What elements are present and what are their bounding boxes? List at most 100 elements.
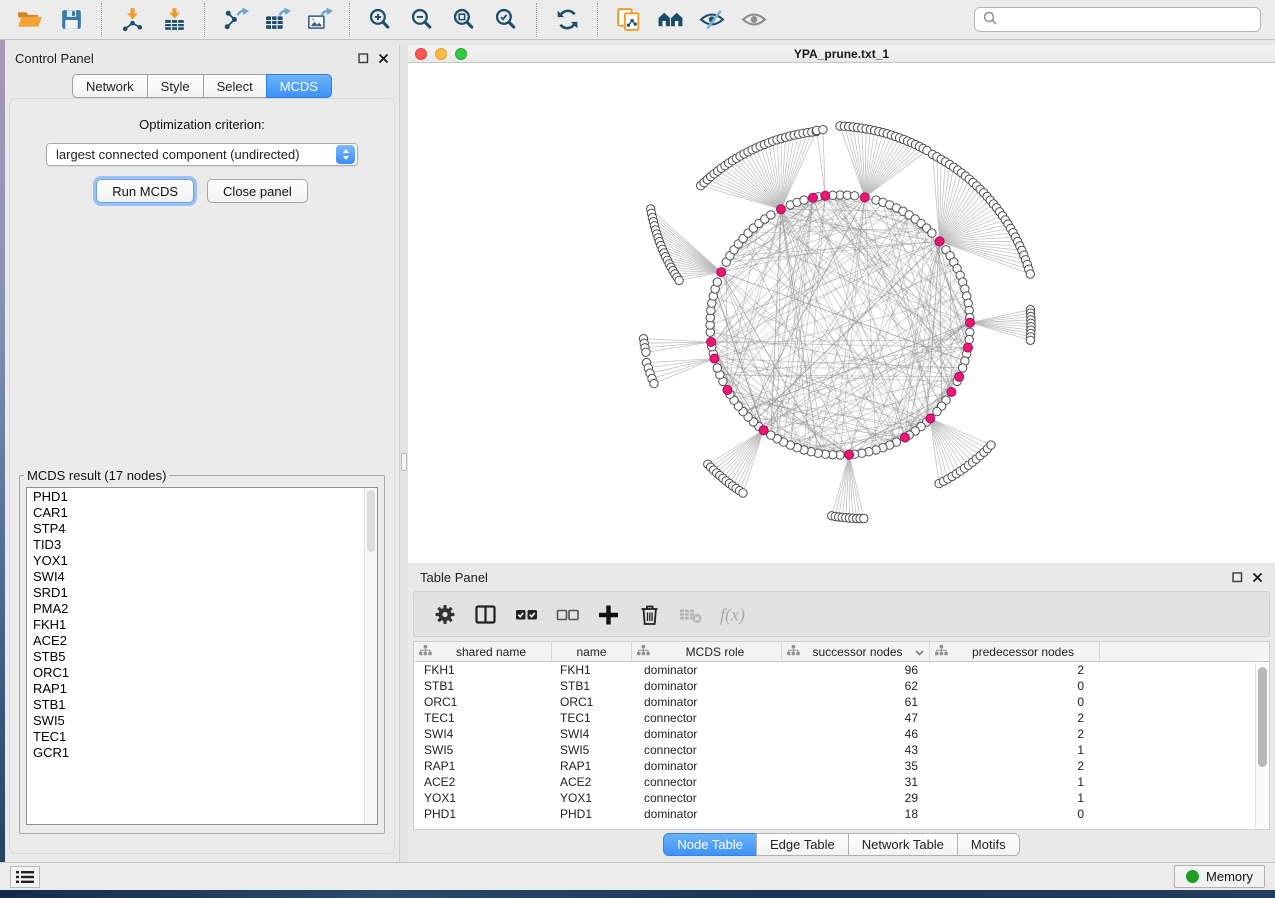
toolbar-separator (597, 3, 598, 37)
hierarchy-icon (935, 645, 948, 659)
hierarchy-icon (787, 645, 800, 659)
import-table-icon[interactable] (153, 4, 195, 36)
toolbar-icon-group (8, 0, 775, 39)
panel-selector-button[interactable] (10, 866, 40, 888)
table-tab-node-table[interactable]: Node Table (663, 833, 757, 856)
search-input[interactable] (1003, 13, 1252, 27)
mcds-panel: Optimization criterion: largest connecte… (9, 98, 395, 854)
export-image-icon[interactable] (298, 4, 340, 36)
memory-label: Memory (1206, 869, 1253, 884)
column-header-shared-name[interactable]: shared name (414, 642, 552, 661)
delete-table-icon (678, 601, 704, 627)
vertical-splitter[interactable] (400, 45, 408, 862)
result-item[interactable]: GCR1 (27, 745, 363, 761)
zoom-in-icon[interactable] (359, 4, 401, 36)
add-row-icon[interactable] (596, 601, 622, 627)
tab-select[interactable]: Select (203, 74, 267, 98)
result-scrollbar-thumb[interactable] (367, 490, 375, 552)
show-items-icon[interactable] (733, 4, 775, 36)
table-row[interactable]: ORC1ORC1dominator610 (414, 694, 1269, 710)
splitter-handle[interactable] (401, 453, 407, 471)
network-canvas[interactable] (408, 63, 1275, 563)
settings-gear-icon[interactable] (432, 601, 458, 627)
result-item[interactable]: SWI5 (27, 713, 363, 729)
result-item[interactable]: SRD1 (27, 585, 363, 601)
hide-items-icon[interactable] (691, 4, 733, 36)
sort-chevron-icon[interactable] (915, 645, 924, 659)
close-table-panel-icon[interactable] (1252, 572, 1263, 583)
close-panel-icon[interactable] (378, 53, 389, 64)
import-network-icon[interactable] (111, 4, 153, 36)
open-folder-icon[interactable] (8, 4, 50, 36)
columns-icon[interactable] (473, 601, 499, 627)
export-table-icon[interactable] (256, 4, 298, 36)
result-item[interactable]: STB1 (27, 697, 363, 713)
table-row[interactable]: STB1STB1dominator620 (414, 678, 1269, 694)
table-tab-edge-table[interactable]: Edge Table (756, 833, 849, 856)
table-row[interactable]: SWI4SWI4dominator462 (414, 726, 1269, 742)
control-panel: Control Panel NetworkStyleSelectMCDS Opt… (5, 45, 400, 862)
result-item[interactable]: TID3 (27, 537, 363, 553)
delete-row-icon[interactable] (637, 601, 663, 627)
criterion-dropdown[interactable]: largest connected component (undirected) (46, 143, 358, 166)
home-network-icon[interactable] (649, 4, 691, 36)
node-table: shared namenameMCDS rolesuccessor nodesp… (413, 641, 1270, 830)
column-header-name[interactable]: name (552, 642, 632, 661)
zoom-selected-icon[interactable] (485, 4, 527, 36)
result-item[interactable]: PHD1 (27, 489, 363, 505)
memory-button[interactable]: Memory (1174, 865, 1265, 888)
criterion-value: largest connected component (undirected) (47, 147, 336, 162)
export-network-icon[interactable] (214, 4, 256, 36)
result-item[interactable]: STP4 (27, 521, 363, 537)
column-header-predecessor-nodes[interactable]: predecessor nodes (930, 642, 1100, 661)
search-box[interactable] (974, 7, 1261, 32)
close-panel-button[interactable]: Close panel (207, 179, 308, 203)
table-row[interactable]: PHD1PHD1dominator180 (414, 806, 1269, 822)
table-tab-network-table[interactable]: Network Table (848, 833, 958, 856)
result-item[interactable]: RAP1 (27, 681, 363, 697)
zoom-out-icon[interactable] (401, 4, 443, 36)
column-header-successor-nodes[interactable]: successor nodes (782, 642, 930, 661)
mcds-result-list[interactable]: PHD1CAR1STP4TID3YOX1SWI4SRD1PMA2FKH1ACE2… (26, 487, 378, 825)
table-row[interactable]: ACE2ACE2connector311 (414, 774, 1269, 790)
result-item[interactable]: TEC1 (27, 729, 363, 745)
table-tab-motifs[interactable]: Motifs (957, 833, 1020, 856)
tab-mcds[interactable]: MCDS (266, 74, 332, 98)
result-item[interactable]: CAR1 (27, 505, 363, 521)
refresh-icon[interactable] (546, 4, 588, 36)
clone-network-icon[interactable] (607, 4, 649, 36)
table-row[interactable]: YOX1YOX1connector291 (414, 790, 1269, 806)
network-graph[interactable] (408, 63, 1275, 563)
desktop-wallpaper-bottom (0, 890, 1275, 898)
result-item[interactable]: FKH1 (27, 617, 363, 633)
result-scrollbar[interactable] (364, 488, 377, 824)
result-item[interactable]: YOX1 (27, 553, 363, 569)
table-row[interactable]: RAP1RAP1dominator352 (414, 758, 1269, 774)
function-builder-icon: f(x) (719, 601, 745, 627)
tab-style[interactable]: Style (147, 74, 204, 98)
result-item[interactable]: ORC1 (27, 665, 363, 681)
toolbar-separator (204, 3, 205, 37)
save-icon[interactable] (50, 4, 92, 36)
result-item[interactable]: PMA2 (27, 601, 363, 617)
float-panel-icon[interactable] (358, 53, 369, 64)
svg-text:f(x): f(x) (720, 604, 745, 625)
toolbar-separator (101, 3, 102, 37)
select-all-icon[interactable] (514, 601, 540, 627)
table-scrollbar-thumb[interactable] (1258, 667, 1267, 767)
table-scrollbar[interactable] (1255, 663, 1269, 829)
table-row[interactable]: FKH1FKH1dominator962 (414, 662, 1269, 678)
table-row[interactable]: SWI5SWI5connector431 (414, 742, 1269, 758)
column-header-mcds-role[interactable]: MCDS role (632, 642, 782, 661)
table-row[interactable]: TEC1TEC1connector472 (414, 710, 1269, 726)
table-rows: FKH1FKH1dominator962STB1STB1dominator620… (414, 662, 1269, 822)
zoom-fit-icon[interactable] (443, 4, 485, 36)
tab-network[interactable]: Network (72, 74, 148, 98)
float-table-panel-icon[interactable] (1232, 572, 1243, 583)
result-item[interactable]: STB5 (27, 649, 363, 665)
result-item[interactable]: ACE2 (27, 633, 363, 649)
deselect-all-icon[interactable] (555, 601, 581, 627)
run-mcds-button[interactable]: Run MCDS (96, 179, 194, 203)
result-item[interactable]: SWI4 (27, 569, 363, 585)
control-panel-tabs: NetworkStyleSelectMCDS (5, 74, 399, 98)
